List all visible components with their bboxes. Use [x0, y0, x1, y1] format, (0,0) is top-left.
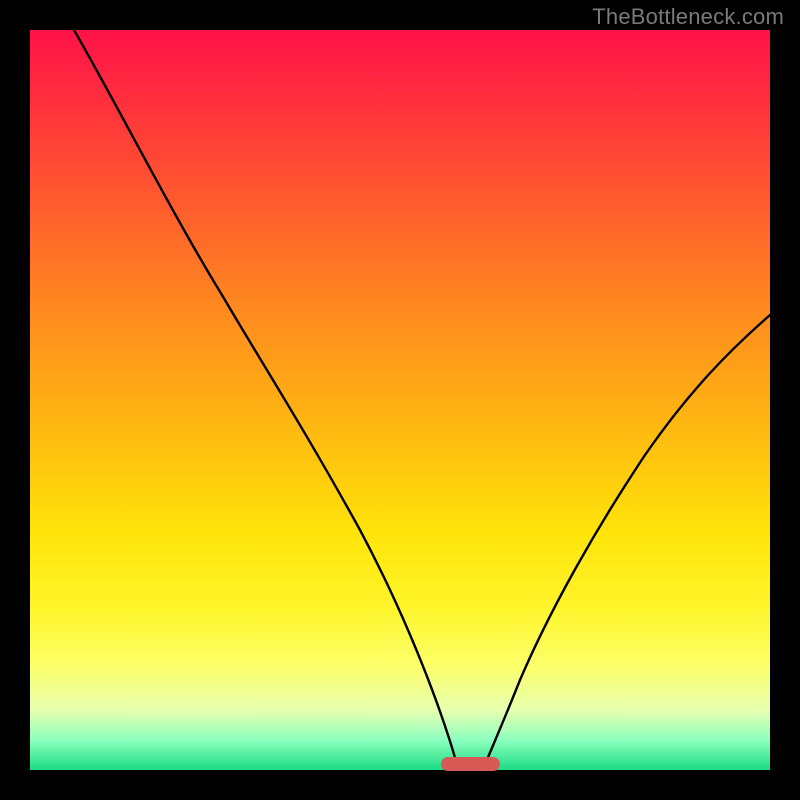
bottleneck-curve	[30, 30, 770, 770]
chart-frame: TheBottleneck.com	[0, 0, 800, 800]
curve-left-branch	[74, 30, 456, 760]
watermark-text: TheBottleneck.com	[592, 4, 784, 30]
curve-right-branch	[487, 315, 770, 760]
plot-area	[30, 30, 770, 770]
bottleneck-marker	[441, 757, 500, 771]
